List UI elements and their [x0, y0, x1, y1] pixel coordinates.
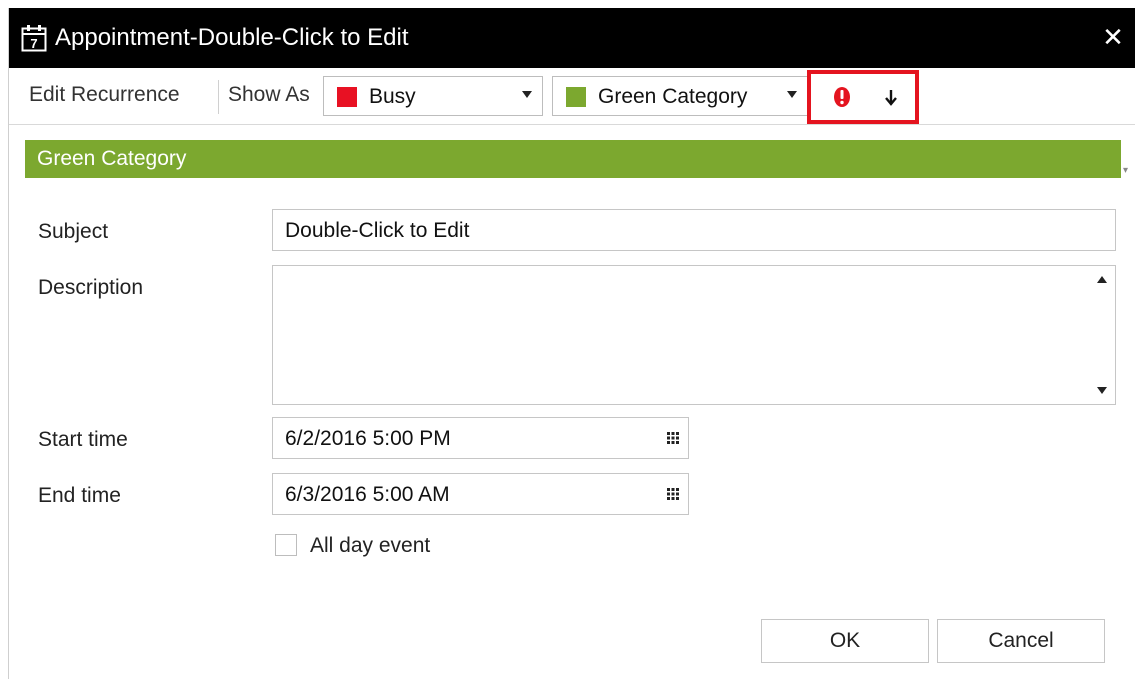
- chevron-down-icon: [522, 91, 532, 98]
- cancel-button[interactable]: Cancel: [937, 619, 1105, 663]
- category-bar-label: Green Category: [37, 147, 187, 170]
- show-as-value: Busy: [369, 85, 416, 108]
- description-label: Description: [38, 276, 144, 299]
- all-day-checkbox[interactable]: [275, 534, 297, 556]
- busy-color-swatch: [337, 87, 357, 107]
- category-value: Green Category: [598, 85, 748, 108]
- end-time-value: 6/3/2016 5:00 AM: [285, 483, 450, 506]
- start-time-input[interactable]: 6/2/2016 5:00 PM: [272, 417, 689, 459]
- calendar-icon: 7: [21, 25, 47, 52]
- calendar-picker-icon[interactable]: [666, 487, 680, 501]
- title-bar: 7 Appointment-Double-Click to Edit ✕: [9, 8, 1135, 68]
- chevron-down-icon: [787, 91, 797, 98]
- calendar-day-number: 7: [30, 36, 37, 51]
- toolbar-separator: [218, 80, 219, 114]
- end-time-input[interactable]: 6/3/2016 5:00 AM: [272, 473, 689, 515]
- window-title: Appointment-Double-Click to Edit: [55, 24, 409, 51]
- edit-recurrence-button[interactable]: Edit Recurrence: [29, 82, 180, 108]
- show-as-label: Show As: [228, 83, 310, 106]
- category-bar: Green Category: [25, 140, 1121, 178]
- appointment-dialog: 7 Appointment-Double-Click to Edit ✕ Edi…: [8, 8, 1135, 679]
- subject-value: Double-Click to Edit: [285, 219, 470, 242]
- close-button[interactable]: ✕: [1098, 22, 1128, 52]
- all-day-label: All day event: [310, 534, 431, 557]
- category-color-swatch: [566, 87, 586, 107]
- end-time-label: End time: [38, 484, 121, 507]
- toolbar-overflow-icon[interactable]: ▾: [1123, 166, 1128, 176]
- ok-button[interactable]: OK: [761, 619, 929, 663]
- toolbar: Edit Recurrence Show As Busy Green Categ…: [9, 68, 1135, 176]
- description-textarea[interactable]: [272, 265, 1116, 405]
- down-arrow-icon[interactable]: [879, 85, 903, 109]
- scroll-down-icon[interactable]: [1097, 387, 1107, 394]
- close-icon: ✕: [1102, 22, 1124, 52]
- start-time-label: Start time: [38, 428, 128, 451]
- subject-input[interactable]: Double-Click to Edit: [272, 209, 1116, 251]
- exclamation-icon[interactable]: [830, 85, 854, 109]
- subject-label: Subject: [38, 220, 109, 243]
- category-dropdown[interactable]: Green Category: [552, 76, 808, 116]
- calendar-picker-icon[interactable]: [666, 431, 680, 445]
- start-time-value: 6/2/2016 5:00 PM: [285, 427, 451, 450]
- scroll-up-icon[interactable]: [1097, 276, 1107, 283]
- show-as-dropdown[interactable]: Busy: [323, 76, 543, 116]
